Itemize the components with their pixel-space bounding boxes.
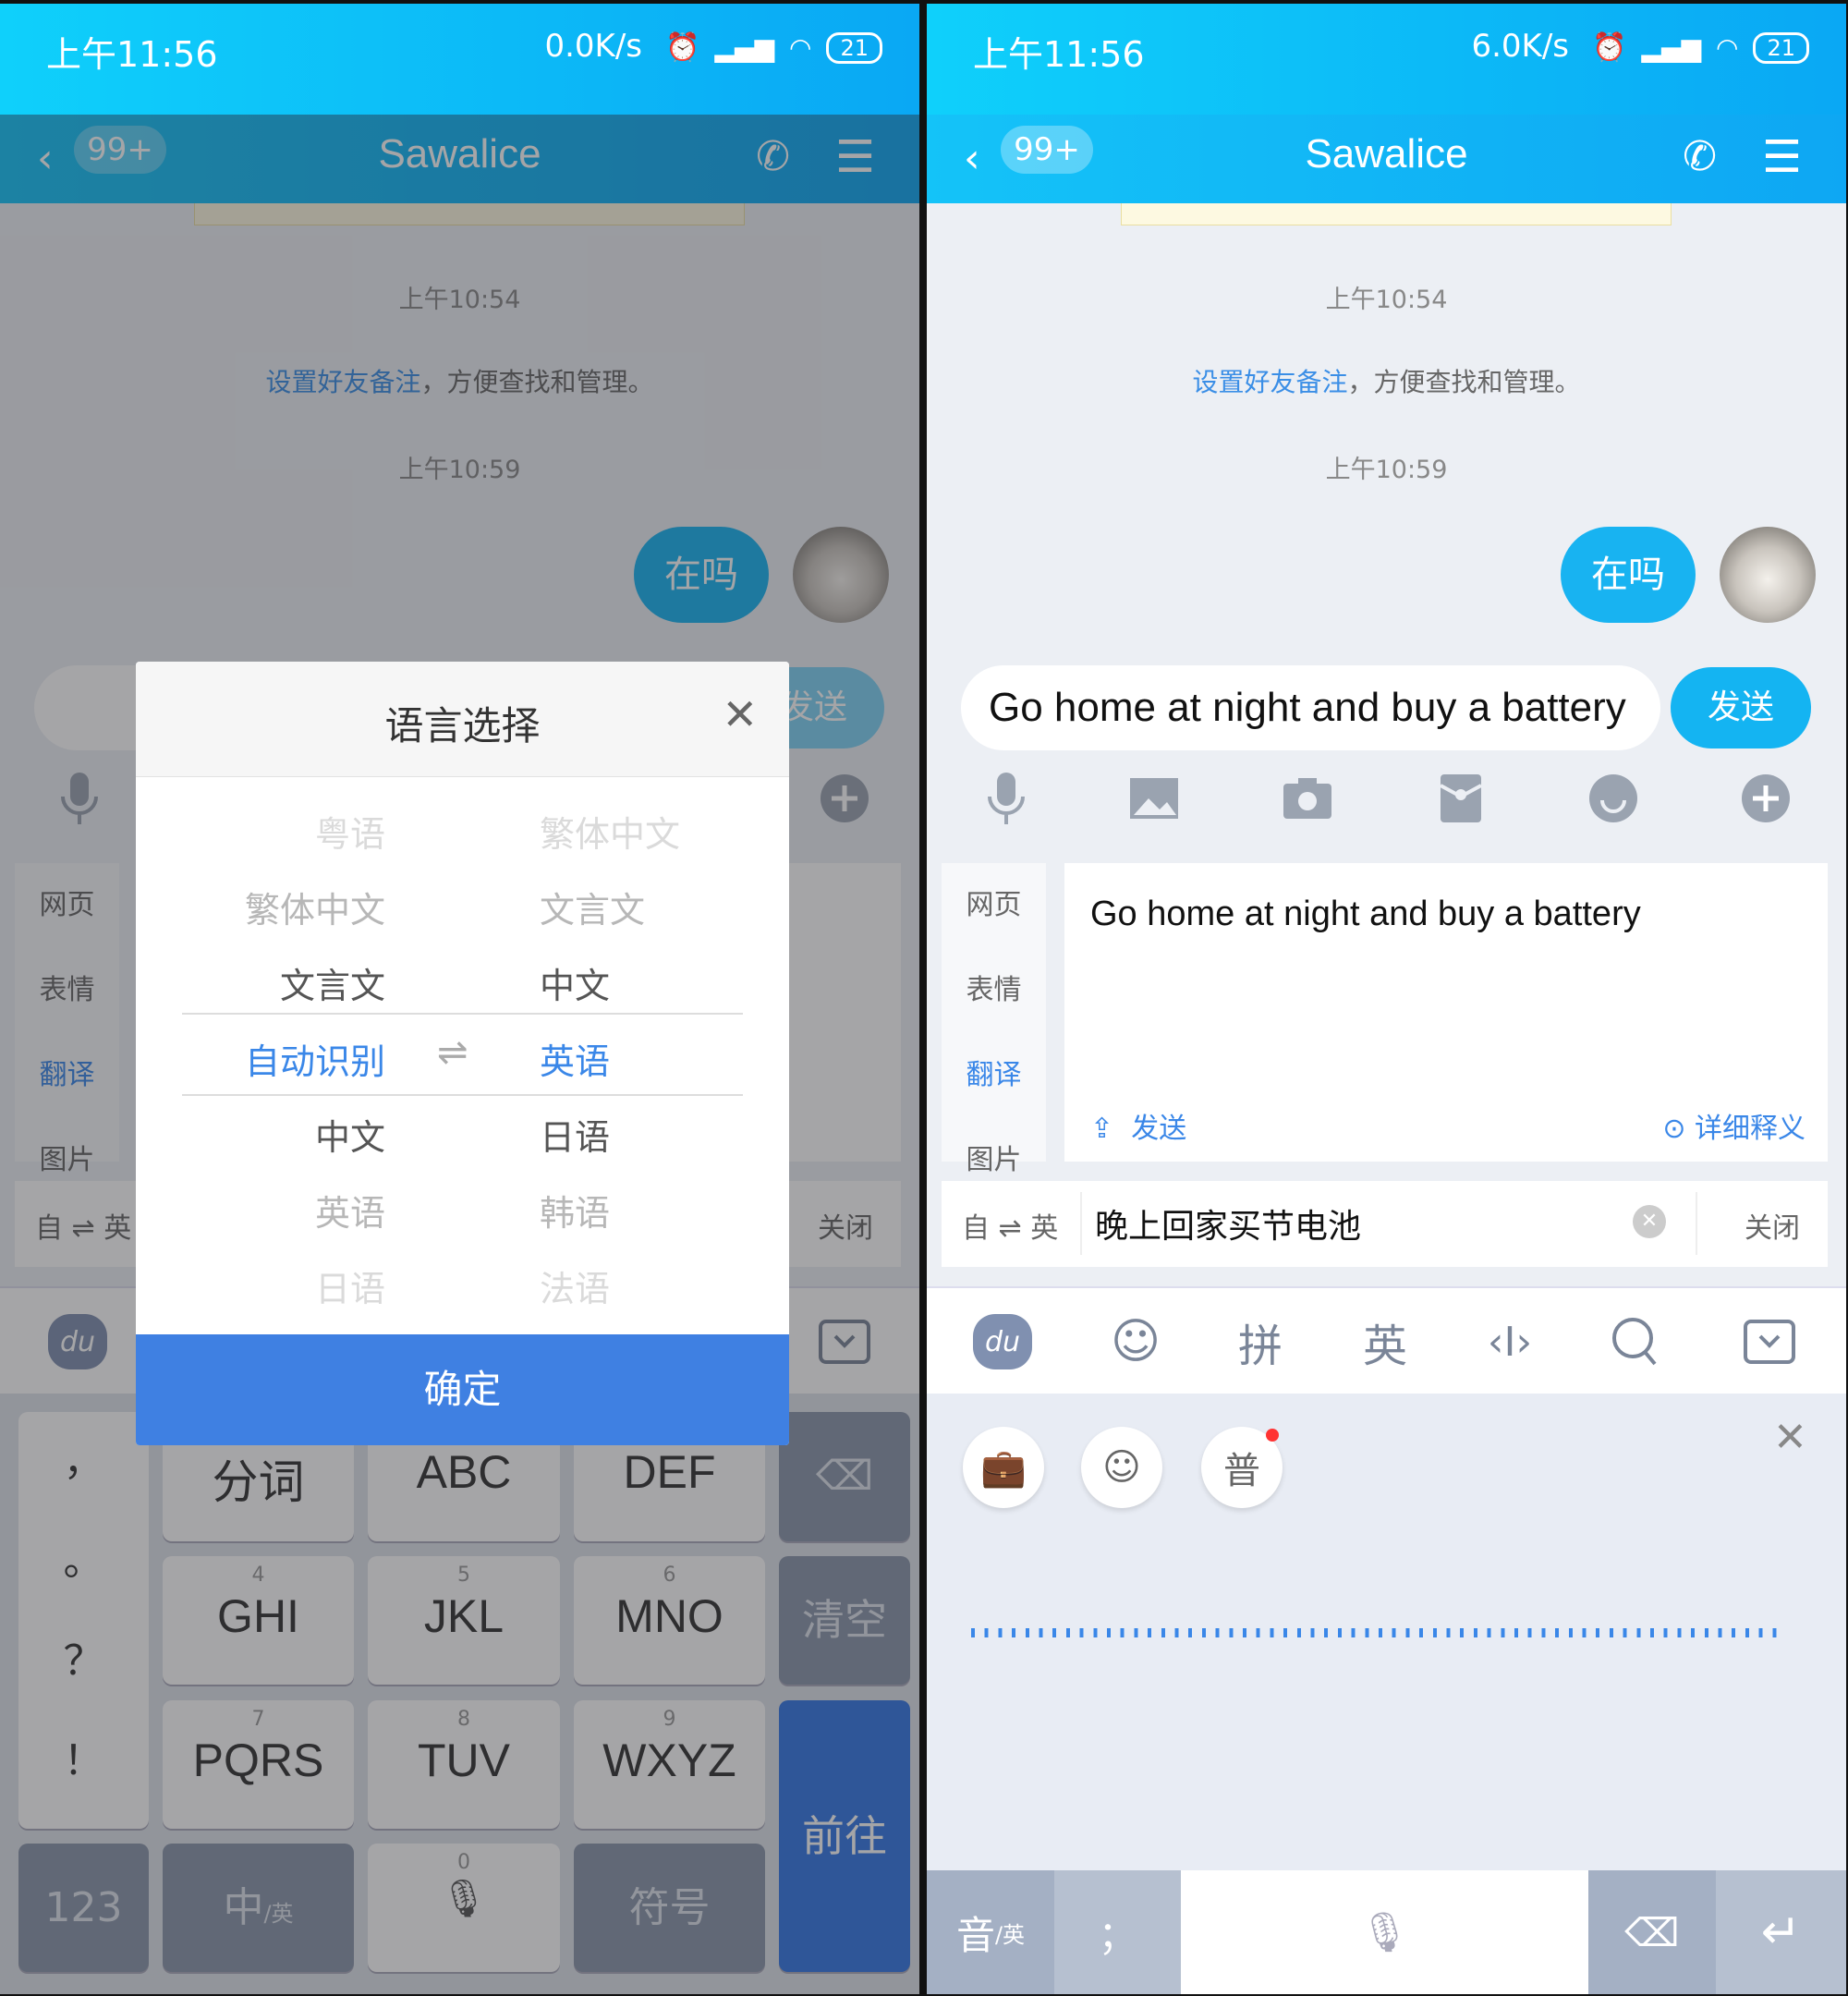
toolbox-icon[interactable]: 💼 — [963, 1427, 1044, 1508]
clear-input-icon[interactable]: ✕ — [1633, 1205, 1666, 1238]
enter-key[interactable]: ↵ — [1716, 1870, 1846, 1994]
target-language-option[interactable]: 繁体中文 — [540, 806, 680, 857]
source-language-option[interactable]: 中文 — [315, 1109, 385, 1160]
details-button[interactable]: ⊙ 详细释义 — [1662, 1105, 1805, 1146]
set-remark-link[interactable]: 设置好友备注 — [1192, 367, 1347, 397]
timestamp: 上午10:54 — [1325, 286, 1448, 314]
keyboard-toolbar: du ☺ 拼 英 ‹I› — [927, 1286, 1846, 1394]
system-notice: 设置好友备注，方便查找和管理。 — [927, 362, 1846, 399]
battery-icon: 21 — [1753, 31, 1809, 64]
status-icons: ⏰ ▂▄▆ ◠ 21 — [1592, 31, 1809, 64]
lang-toggle-key[interactable]: 音/英 — [927, 1870, 1054, 1994]
semicolon-key[interactable]: ； — [1054, 1870, 1181, 1994]
mic-icon: 🎙 — [1359, 1909, 1410, 1954]
translate-bar: 自 ⇌ 英 晚上回家买节电池 ✕ 关闭 — [942, 1181, 1828, 1267]
close-icon[interactable]: ✕ — [722, 689, 758, 739]
message-bubble[interactable]: 在吗 — [1561, 527, 1696, 623]
alarm-icon: ⏰ — [665, 31, 700, 64]
alarm-icon: ⏰ — [1592, 31, 1627, 64]
image-icon[interactable] — [1126, 771, 1182, 826]
mandarin-button[interactable]: 普 — [1201, 1427, 1283, 1508]
source-language-option[interactable]: 日语 — [315, 1260, 385, 1311]
du-logo-icon[interactable]: du — [973, 1314, 1032, 1369]
lang-switch[interactable]: 自 ⇌ 英 — [962, 1205, 1058, 1246]
divider — [182, 1094, 743, 1096]
status-time: 上午11:56 — [973, 34, 1145, 75]
nav-bar: ‹ 99+ Sawalice ✆ ☰ — [927, 115, 1846, 203]
collapse-keyboard-icon[interactable] — [1744, 1314, 1795, 1369]
english-button[interactable]: 英 — [1357, 1314, 1413, 1372]
tab-web[interactable]: 网页 — [942, 882, 1046, 922]
signal-icon: ▂▄▆ — [1641, 32, 1702, 63]
red-packet-icon[interactable] — [1433, 771, 1489, 826]
target-language-option[interactable]: 日语 — [540, 1109, 610, 1160]
voice-input-panel: 💼 ☺ 普 ✕ — [927, 1394, 1846, 1870]
source-language-option[interactable]: 自动识别 — [245, 1033, 385, 1084]
emoji-icon[interactable]: ☺ — [1108, 1314, 1163, 1369]
timestamp: 上午10:59 — [1325, 456, 1448, 484]
status-icons: ⏰ ▂▄▆ ◠ 21 — [665, 31, 882, 64]
backspace-key[interactable]: ⌫ — [1588, 1870, 1716, 1994]
divider — [1696, 1192, 1697, 1255]
dialog-title: 语言选择 — [384, 703, 541, 748]
source-language-option[interactable]: 英语 — [315, 1185, 385, 1235]
confirm-button[interactable]: 确定 — [136, 1334, 789, 1445]
notification-dot — [1266, 1429, 1279, 1442]
dialog-header: 语言选择 ✕ — [136, 662, 789, 777]
swap-icon[interactable]: ⇌ — [437, 1031, 468, 1074]
close-translate-button[interactable]: 关闭 — [1745, 1205, 1800, 1246]
divider — [182, 1013, 743, 1015]
emoji-icon[interactable] — [1586, 771, 1641, 826]
left-screen: 上午11:56 0.0K/s ⏰ ▂▄▆ ◠ 21 ‹ 99+ Sawalice… — [0, 4, 919, 1994]
phone-icon[interactable]: ✆ — [1683, 133, 1717, 180]
source-language-option[interactable]: 文言文 — [280, 957, 385, 1008]
translation-result[interactable]: Go home at night and buy a battery — [1090, 895, 1641, 934]
battery-icon: 21 — [826, 31, 882, 64]
send-button[interactable]: 发送 — [1671, 667, 1811, 748]
target-language-option[interactable]: 中文 — [540, 957, 610, 1008]
status-bar: 上午11:56 0.0K/s ⏰ ▂▄▆ ◠ 21 — [0, 4, 919, 115]
wifi-icon: ◠ — [1716, 32, 1739, 63]
source-text-input[interactable]: 晚上回家买节电池 — [1095, 1199, 1361, 1248]
tab-emoji[interactable]: 表情 — [942, 967, 1046, 1007]
close-icon[interactable]: ✕ — [1773, 1414, 1807, 1461]
network-speed: 0.0K/s — [544, 28, 642, 65]
translation-card: Go home at night and buy a battery ⇪ 发送 … — [1064, 863, 1828, 1162]
tip-banner — [1121, 203, 1672, 225]
pinyin-button[interactable]: 拼 — [1233, 1314, 1288, 1372]
notice-text: ，方便查找和管理。 — [1347, 367, 1581, 397]
network-speed: 6.0K/s — [1471, 28, 1569, 65]
target-language-option[interactable]: 文言文 — [540, 882, 645, 932]
send-translation-button[interactable]: ⇪ 发送 — [1090, 1105, 1186, 1146]
cursor-icon[interactable]: ‹I› — [1482, 1314, 1538, 1369]
plus-icon[interactable] — [1738, 771, 1793, 826]
more-icon: ⊙ — [1662, 1113, 1686, 1145]
dialect-icon[interactable]: ☺ — [1081, 1427, 1162, 1508]
panel-tabs: 网页 表情 翻译 图片 — [942, 863, 1046, 1176]
target-language-option[interactable]: 韩语 — [540, 1185, 610, 1235]
tab-translate[interactable]: 翻译 — [942, 1052, 1046, 1092]
voice-hold-button[interactable]: 🎙 — [1181, 1870, 1588, 1994]
status-bar: 上午11:56 6.0K/s ⏰ ▂▄▆ ◠ 21 — [927, 4, 1846, 115]
signal-icon: ▂▄▆ — [714, 32, 775, 63]
target-language-option[interactable]: 法语 — [540, 1260, 610, 1311]
wifi-icon: ◠ — [789, 32, 812, 63]
language-select-dialog: 语言选择 ✕ 粤语 繁体中文 文言文 自动识别 中文 英语 日语 繁体中文 文言文 中文 英语 日语… — [136, 662, 789, 1445]
right-screen: 上午11:56 6.0K/s ⏰ ▂▄▆ ◠ 21 ‹ 99+ Sawalice… — [927, 4, 1846, 1994]
camera-icon[interactable] — [1280, 771, 1335, 826]
avatar[interactable] — [1720, 527, 1816, 623]
divider — [1080, 1192, 1082, 1255]
status-time: 上午11:56 — [46, 34, 218, 75]
tab-image[interactable]: 图片 — [942, 1137, 1046, 1177]
share-icon: ⇪ — [1090, 1113, 1114, 1145]
source-language-option[interactable]: 繁体中文 — [245, 882, 385, 932]
search-icon[interactable] — [1607, 1314, 1662, 1369]
voice-waveform — [971, 1628, 1785, 1637]
menu-icon[interactable]: ☰ — [1762, 131, 1802, 183]
source-language-option[interactable]: 粤语 — [315, 806, 385, 857]
mic-icon[interactable] — [979, 771, 1034, 826]
message-input[interactable]: Go home at night and buy a battery — [961, 665, 1660, 750]
target-language-option[interactable]: 英语 — [540, 1033, 610, 1084]
